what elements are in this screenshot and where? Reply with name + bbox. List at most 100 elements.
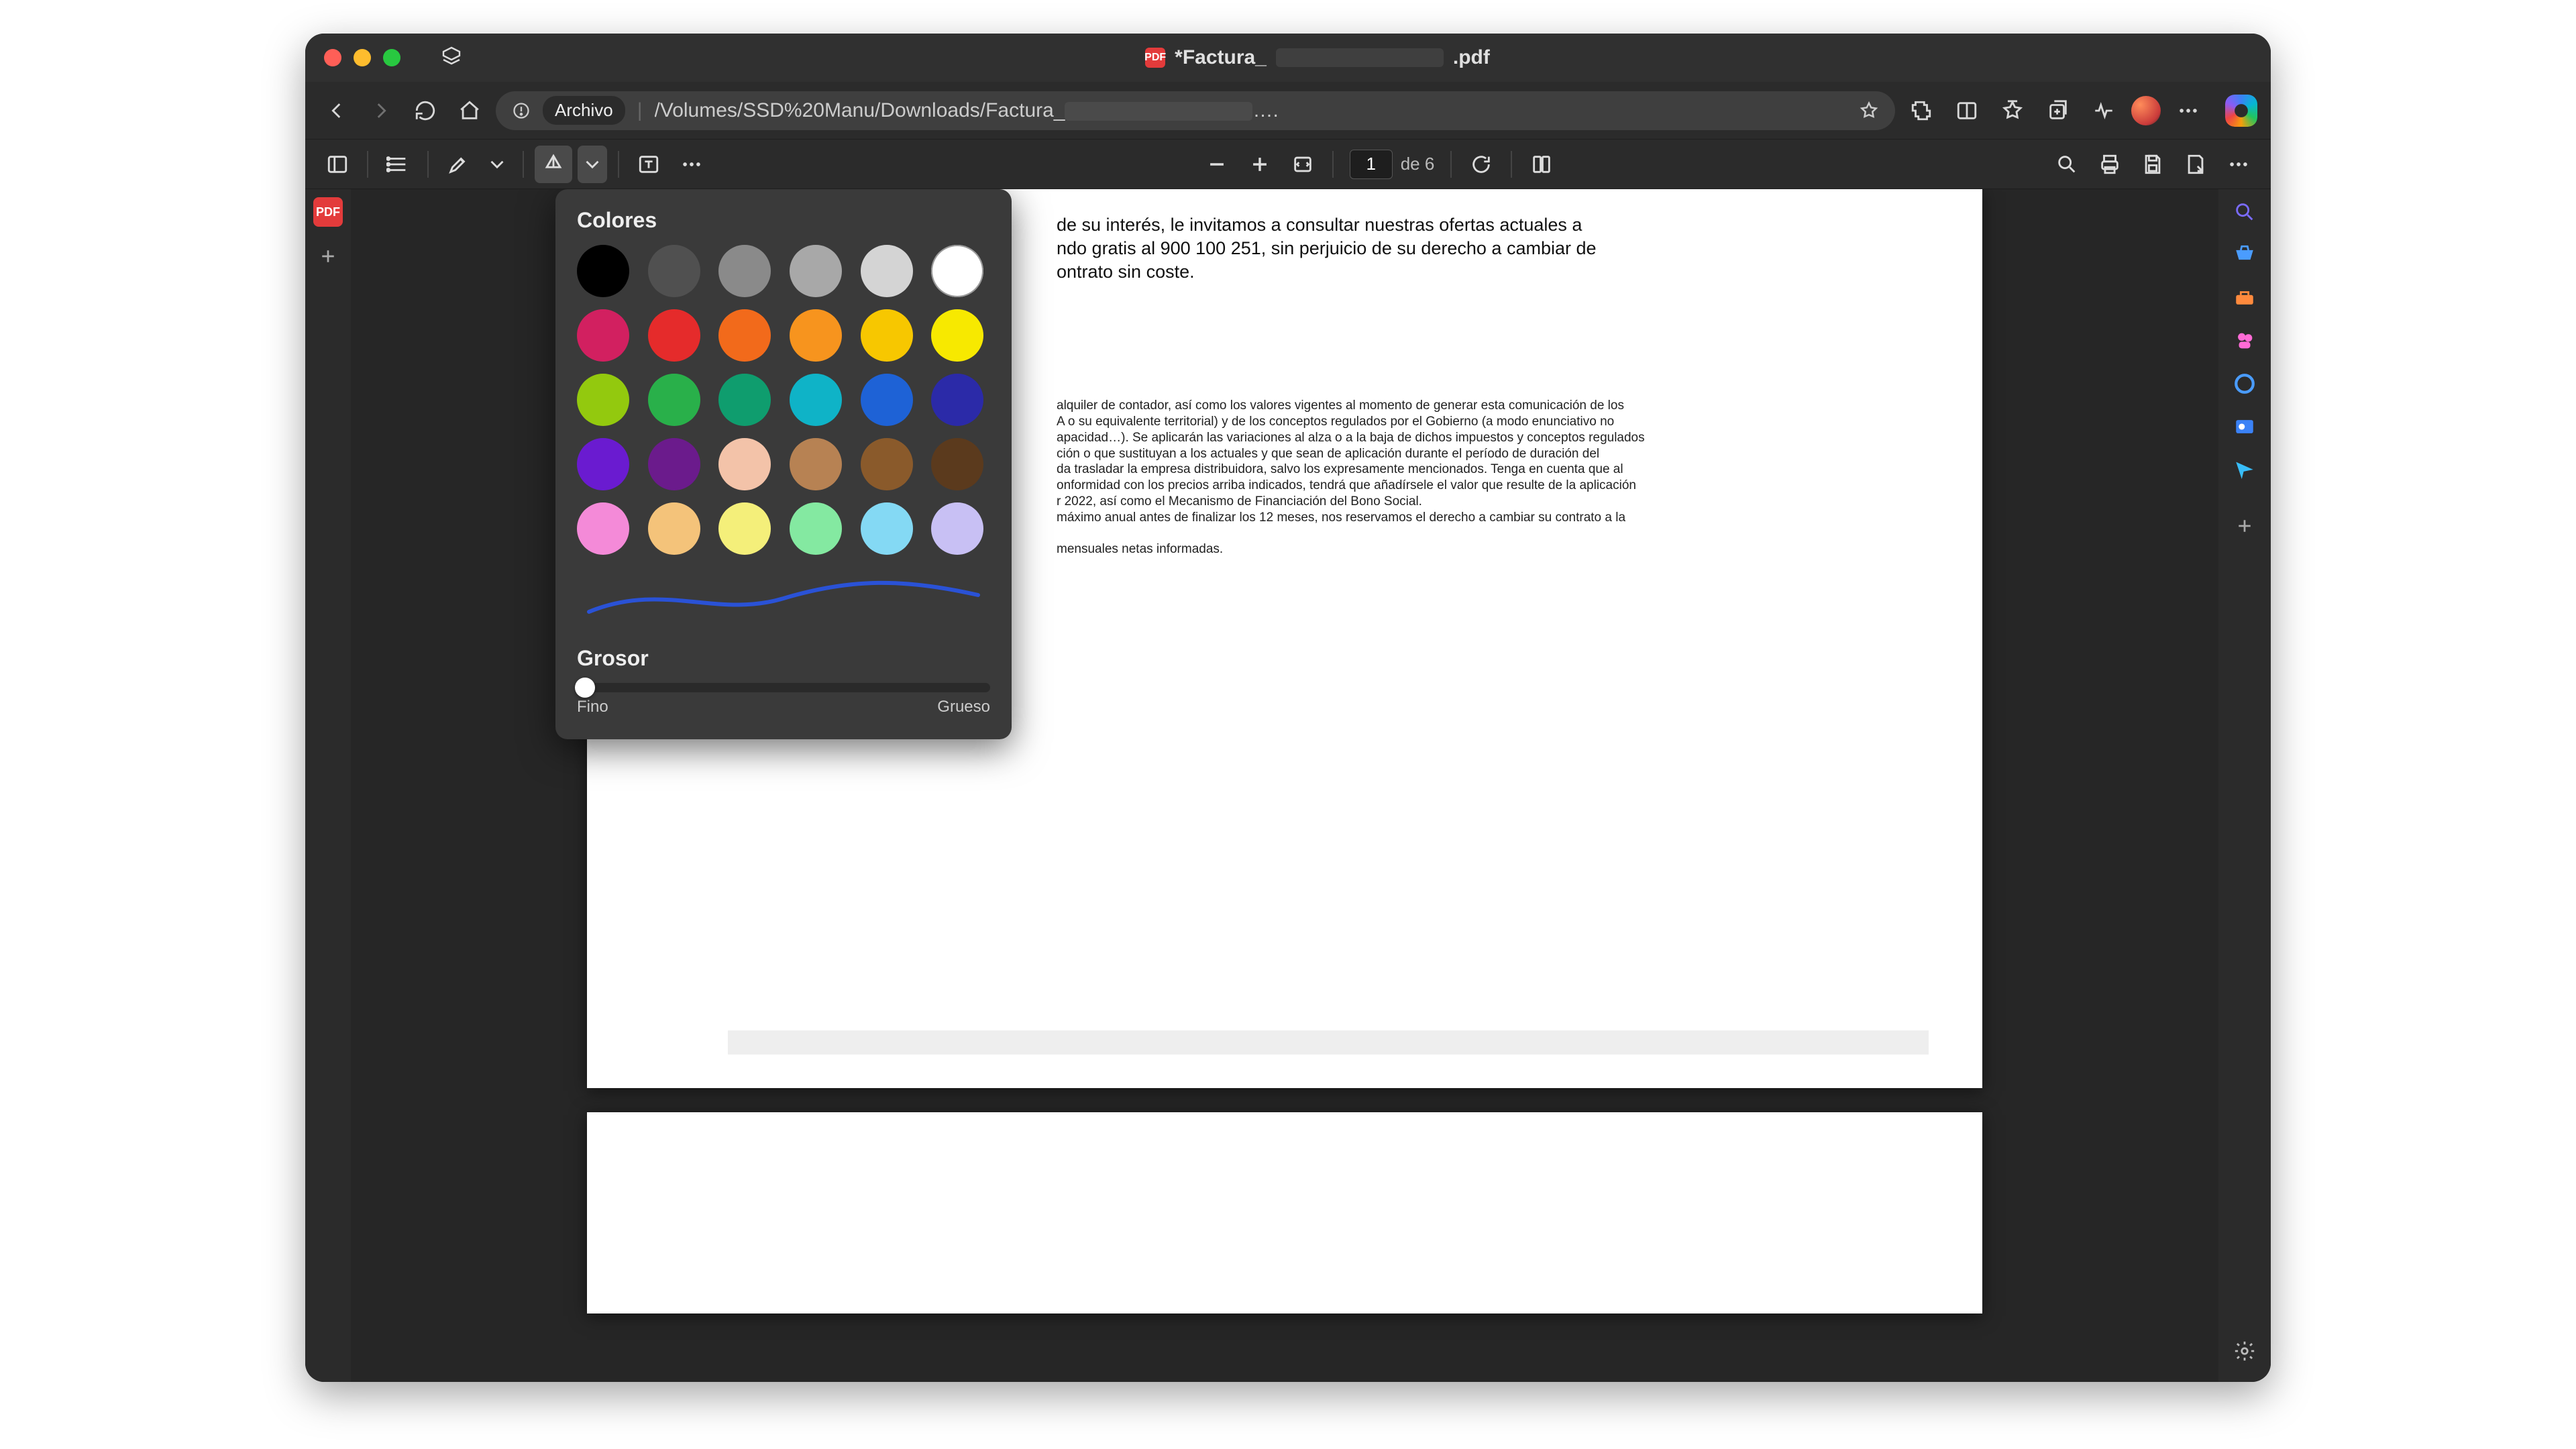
save-icon[interactable] xyxy=(2134,146,2171,183)
more-menu-icon[interactable] xyxy=(2170,93,2206,129)
color-swatch[interactable] xyxy=(790,502,842,555)
vertical-tab-strip: PDF xyxy=(305,189,351,1382)
favorite-star-icon[interactable] xyxy=(1859,101,1879,121)
color-swatch[interactable] xyxy=(577,438,629,490)
pdf-toolbar: de 6 xyxy=(305,140,2271,189)
sidebar-toggle-icon[interactable] xyxy=(319,146,356,183)
sidebar-shopping-icon[interactable] xyxy=(2231,241,2258,268)
url-path: /Volumes/SSD%20Manu/Downloads/Factura_…. xyxy=(655,99,1847,122)
vertical-tab-pdf[interactable]: PDF xyxy=(313,197,343,227)
sidebar-outlook-icon[interactable] xyxy=(2231,413,2258,440)
color-swatch[interactable] xyxy=(790,374,842,426)
pdf-more-icon[interactable] xyxy=(673,146,710,183)
color-swatch[interactable] xyxy=(648,438,700,490)
color-swatch[interactable] xyxy=(931,309,983,362)
favorites-icon[interactable] xyxy=(1994,93,2031,129)
fit-page-icon[interactable] xyxy=(1284,146,1322,183)
pdf-overflow-icon[interactable] xyxy=(2220,146,2257,183)
workspaces-icon[interactable] xyxy=(439,46,464,70)
color-swatch[interactable] xyxy=(718,309,771,362)
color-swatch[interactable] xyxy=(577,309,629,362)
page-number-input[interactable] xyxy=(1350,150,1393,179)
sidebar-search-icon[interactable] xyxy=(2231,199,2258,225)
separator: | xyxy=(637,99,643,122)
sidebar-settings-icon[interactable] xyxy=(2231,1338,2258,1364)
color-swatch[interactable] xyxy=(718,374,771,426)
color-swatch[interactable] xyxy=(931,502,983,555)
performance-icon[interactable] xyxy=(2086,93,2122,129)
save-as-icon[interactable] xyxy=(2177,146,2214,183)
color-swatch[interactable] xyxy=(931,374,983,426)
color-swatches xyxy=(577,245,990,555)
document-viewport[interactable]: de su interés, le invitamos a consultar … xyxy=(351,189,2218,1382)
color-swatch[interactable] xyxy=(718,245,771,297)
sidebar-tools-icon[interactable] xyxy=(2231,284,2258,311)
draw-dropdown-icon[interactable] xyxy=(578,146,607,183)
color-swatch[interactable] xyxy=(718,502,771,555)
color-swatch[interactable] xyxy=(648,374,700,426)
color-swatch[interactable] xyxy=(577,374,629,426)
close-window-button[interactable] xyxy=(324,49,341,66)
color-swatch[interactable] xyxy=(648,245,700,297)
copilot-icon[interactable] xyxy=(2225,95,2257,127)
extensions-icon[interactable] xyxy=(1903,93,1939,129)
back-button[interactable] xyxy=(319,93,355,129)
sidebar-m365-icon[interactable] xyxy=(2231,370,2258,397)
draw-tool-icon[interactable] xyxy=(535,146,572,183)
collections-icon[interactable] xyxy=(2040,93,2076,129)
color-swatch[interactable] xyxy=(790,245,842,297)
rotate-icon[interactable] xyxy=(1462,146,1500,183)
split-screen-icon[interactable] xyxy=(1949,93,1985,129)
draw-color-popover: Colores Grosor Fino Grueso xyxy=(555,189,1012,739)
text-tool-icon[interactable] xyxy=(630,146,667,183)
color-swatch[interactable] xyxy=(931,438,983,490)
profile-avatar[interactable] xyxy=(2131,96,2161,125)
color-swatch[interactable] xyxy=(648,309,700,362)
titlebar: PDF *Factura_ .pdf xyxy=(305,34,2271,82)
refresh-button[interactable] xyxy=(407,93,443,129)
color-swatch[interactable] xyxy=(577,245,629,297)
color-swatch[interactable] xyxy=(648,502,700,555)
color-swatch[interactable] xyxy=(861,502,913,555)
print-icon[interactable] xyxy=(2091,146,2129,183)
zoom-out-button[interactable] xyxy=(1198,146,1236,183)
url-redacted xyxy=(1065,102,1252,121)
home-button[interactable] xyxy=(451,93,488,129)
sidebar-add-icon[interactable] xyxy=(2231,513,2258,539)
sidebar-drop-icon[interactable] xyxy=(2231,456,2258,483)
page-total-label: de 6 xyxy=(1401,154,1435,174)
page-footer-bar xyxy=(728,1030,1929,1055)
title-redacted xyxy=(1276,48,1444,67)
contents-menu-icon[interactable] xyxy=(379,146,417,183)
new-tab-button[interactable] xyxy=(315,243,341,270)
highlight-dropdown-icon[interactable] xyxy=(482,146,512,183)
stroke-preview xyxy=(577,568,990,629)
colors-heading: Colores xyxy=(577,208,990,233)
title-suffix: .pdf xyxy=(1453,46,1490,69)
forward-button[interactable] xyxy=(363,93,399,129)
sidebar-games-icon[interactable] xyxy=(2231,327,2258,354)
color-swatch[interactable] xyxy=(790,309,842,362)
slider-thumb[interactable] xyxy=(575,678,595,698)
nav-toolbar: Archivo | /Volumes/SSD%20Manu/Downloads/… xyxy=(305,82,2271,140)
page-view-icon[interactable] xyxy=(1523,146,1560,183)
address-bar[interactable]: Archivo | /Volumes/SSD%20Manu/Downloads/… xyxy=(496,91,1895,130)
minimize-window-button[interactable] xyxy=(354,49,371,66)
maximize-window-button[interactable] xyxy=(383,49,400,66)
color-swatch[interactable] xyxy=(577,502,629,555)
slider-max-label: Grueso xyxy=(937,698,990,716)
thickness-slider[interactable]: Fino Grueso xyxy=(577,683,990,716)
color-swatch[interactable] xyxy=(931,245,983,297)
highlight-tool-icon[interactable] xyxy=(439,146,477,183)
color-swatch[interactable] xyxy=(861,309,913,362)
zoom-in-button[interactable] xyxy=(1241,146,1279,183)
edge-sidebar xyxy=(2218,189,2271,1382)
color-swatch[interactable] xyxy=(790,438,842,490)
color-swatch[interactable] xyxy=(861,438,913,490)
page-indicator: de 6 xyxy=(1350,150,1435,179)
browser-window: PDF *Factura_ .pdf Archivo | /Volumes/SS… xyxy=(305,34,2271,1382)
color-swatch[interactable] xyxy=(718,438,771,490)
find-icon[interactable] xyxy=(2048,146,2086,183)
color-swatch[interactable] xyxy=(861,245,913,297)
color-swatch[interactable] xyxy=(861,374,913,426)
